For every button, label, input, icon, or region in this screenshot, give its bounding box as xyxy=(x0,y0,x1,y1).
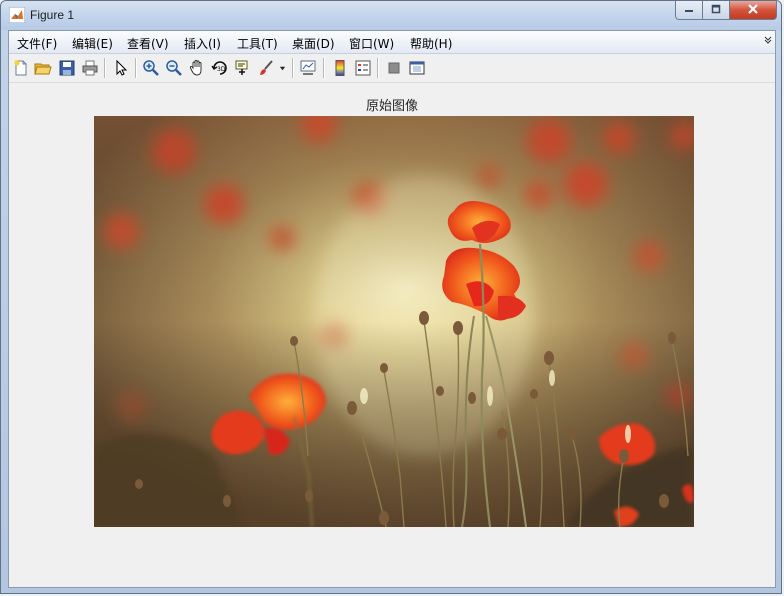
menu-help[interactable]: 帮助(H) xyxy=(410,35,452,52)
brush-dropdown-icon[interactable] xyxy=(277,58,287,78)
data-cursor-icon[interactable] xyxy=(233,58,253,78)
title-bar[interactable]: Figure 1 xyxy=(1,1,781,30)
zoom-out-icon[interactable] xyxy=(164,58,184,78)
image-axes[interactable] xyxy=(94,116,694,527)
menu-view[interactable]: 查看(V) xyxy=(127,35,169,52)
show-plot-tools-icon[interactable] xyxy=(407,58,427,78)
axes-title: 原始图像 xyxy=(365,99,418,114)
menu-file[interactable]: 文件(F) xyxy=(17,35,57,52)
chevron-icon[interactable] xyxy=(764,36,772,47)
figure-client-area: 文件(F) 编辑(E) 查看(V) 插入(I) 工具(T) 桌面(D) 窗口(W… xyxy=(8,30,776,588)
toolbar-separator xyxy=(292,58,293,78)
toolbar-separator xyxy=(377,58,378,78)
zoom-in-icon[interactable] xyxy=(141,58,161,78)
poppy-flowers-photo xyxy=(94,116,694,527)
menu-insert[interactable]: 插入(I) xyxy=(184,35,221,52)
toolbar-separator xyxy=(104,58,105,78)
figure-window: Figure 1 文件(F) 编辑(E) 查看(V) 插入(I) 工具(T) 桌… xyxy=(0,0,782,594)
menu-window[interactable]: 窗口(W) xyxy=(349,35,394,52)
edit-plot-icon[interactable] xyxy=(111,58,131,78)
figure-toolbar: 3D xyxy=(9,54,775,83)
pan-icon[interactable] xyxy=(187,58,207,78)
minimize-icon xyxy=(684,3,694,17)
matlab-logo-icon xyxy=(8,6,26,24)
minimize-button[interactable] xyxy=(675,1,703,20)
maximize-button[interactable] xyxy=(702,1,730,20)
rotate-3d-icon[interactable]: 3D xyxy=(210,58,230,78)
menu-tools[interactable]: 工具(T) xyxy=(237,35,278,52)
link-plot-icon[interactable] xyxy=(298,58,318,78)
print-icon[interactable] xyxy=(80,58,100,78)
maximize-icon xyxy=(711,3,721,17)
toolbar-separator xyxy=(323,58,324,78)
svg-text:3D: 3D xyxy=(217,66,226,73)
toolbar-separator xyxy=(135,58,136,78)
insert-legend-icon[interactable] xyxy=(353,58,373,78)
menu-bar: 文件(F) 编辑(E) 查看(V) 插入(I) 工具(T) 桌面(D) 窗口(W… xyxy=(9,31,775,54)
close-icon xyxy=(747,3,759,18)
window-title: Figure 1 xyxy=(30,8,75,22)
menu-desktop[interactable]: 桌面(D) xyxy=(292,35,335,52)
new-figure-icon[interactable] xyxy=(11,58,31,78)
insert-colorbar-icon[interactable] xyxy=(330,58,350,78)
open-file-icon[interactable] xyxy=(33,58,53,78)
save-icon[interactable] xyxy=(57,58,77,78)
menu-edit[interactable]: 编辑(E) xyxy=(72,35,113,52)
close-button[interactable] xyxy=(729,1,777,20)
hide-plot-tools-icon[interactable] xyxy=(384,58,404,78)
brush-icon[interactable] xyxy=(256,58,276,78)
